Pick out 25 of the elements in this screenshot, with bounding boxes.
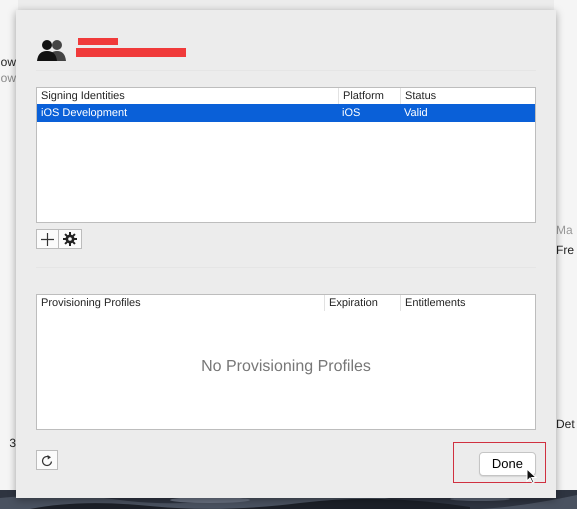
background-text: ow [0,70,16,87]
cursor-icon [526,468,537,484]
empty-message: No Provisioning Profiles [201,357,371,377]
column-header[interactable]: Expiration [324,295,400,311]
table-cell-text: iOS [341,106,362,121]
background-text: ow [0,54,16,71]
background-text: Fre [556,242,574,259]
column-header[interactable]: Provisioning Profiles [37,295,324,311]
background-text: Det [556,416,575,433]
redaction-bar [78,38,118,44]
refresh-button[interactable] [36,450,58,470]
people-icon [36,39,68,61]
background-text: 3 [9,435,16,452]
plus-icon [41,232,54,246]
done-button[interactable]: Done [478,452,536,476]
column-header[interactable]: Signing Identities [37,88,338,104]
add-button[interactable] [36,229,59,249]
refresh-icon [41,454,53,466]
settings-button[interactable] [59,229,82,249]
table-cell-text: Valid [403,106,429,121]
identity-row[interactable]: iOS Development iOS Valid [37,104,535,122]
table-cell-text: iOS Development [40,106,128,121]
column-header[interactable]: Entitlements [400,295,535,311]
gear-icon [63,232,77,246]
background-text: Ma [556,222,573,239]
